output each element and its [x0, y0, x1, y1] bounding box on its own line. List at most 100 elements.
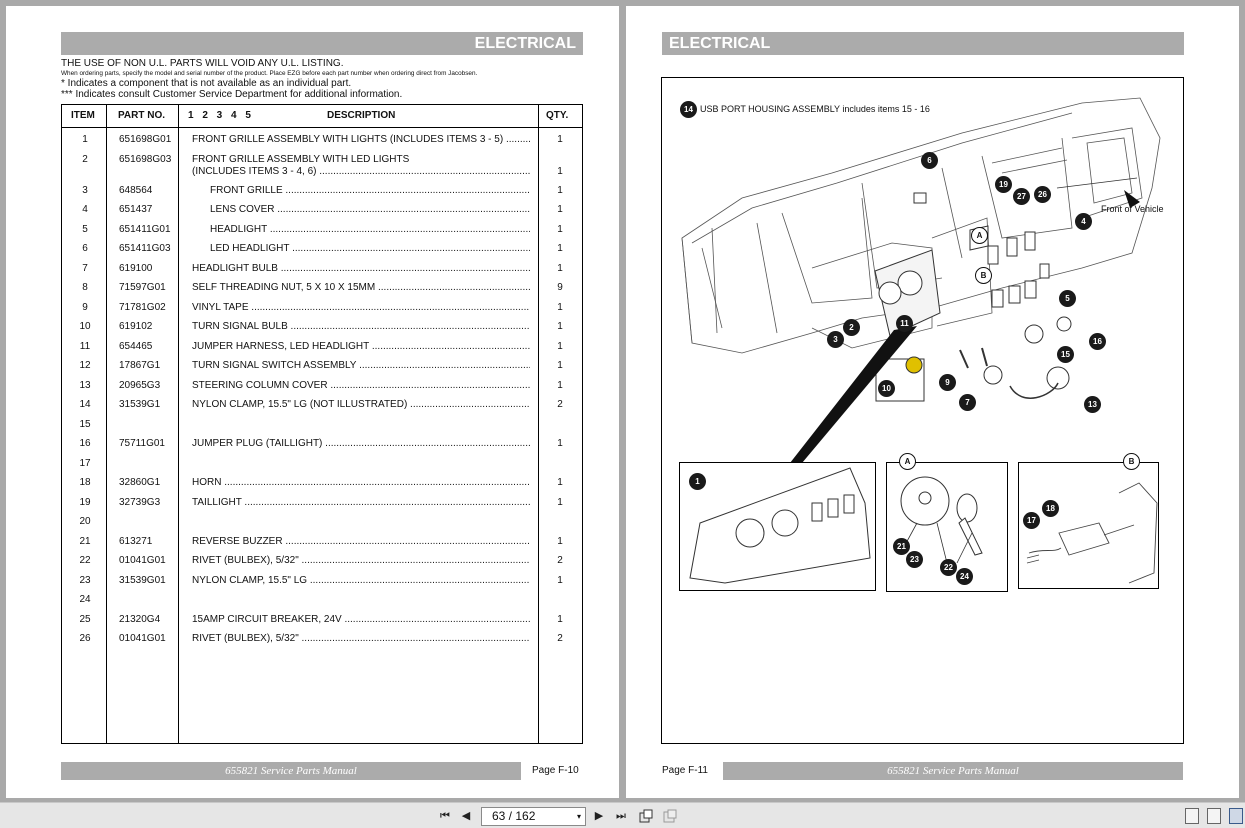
description-cell: HEADLIGHT BULB: [192, 262, 530, 276]
item-cell: 2: [82, 153, 88, 165]
callout-16: 16: [1089, 333, 1106, 350]
part-number-cell: 01041G01: [119, 555, 166, 566]
item-cell: 18: [79, 477, 91, 488]
item-cell: 17: [79, 457, 91, 469]
section-title: ELECTRICAL: [662, 32, 1184, 55]
table-row: 21 613271 REVERSE BUZZER 1: [62, 535, 582, 549]
part-number-cell: 654465: [119, 340, 153, 352]
part-number-cell: 619100: [119, 262, 153, 274]
callout-15: 15: [1057, 346, 1074, 363]
item-cell: 26: [79, 633, 91, 644]
quantity-cell: 1: [557, 321, 563, 332]
quantity-cell: 1: [557, 496, 563, 508]
item-cell: 4: [82, 204, 88, 215]
single-page-view-icon[interactable]: [1185, 808, 1199, 824]
quantity-cell: 2: [557, 633, 563, 644]
item-cell: 7: [82, 262, 88, 274]
description-cell: REVERSE BUZZER: [192, 535, 530, 549]
viewer-toolbar: ⏮ ◀ 63 / 162 ▾ ▶ ⏭: [0, 802, 1245, 828]
item-cell: 6: [82, 243, 88, 254]
callout-6: 6: [921, 152, 938, 169]
callout-7: 7: [959, 394, 976, 411]
part-number-cell: 17867G1: [119, 360, 161, 371]
description-cell: LENS COVER: [210, 203, 530, 217]
description-cell: LED HEADLIGHT: [210, 242, 530, 256]
description-cell: TURN SIGNAL BULB: [192, 320, 530, 334]
item-cell: 9: [82, 301, 88, 313]
description-cell: FRONT GRILLE: [210, 184, 530, 198]
callout-2: 2: [843, 319, 860, 336]
callout-a: A: [971, 227, 988, 244]
description-cell: STEERING COLUMN COVER: [192, 379, 530, 393]
description-cell: RIVET (BULBEX), 5/32": [192, 554, 530, 568]
first-page-button[interactable]: ⏮: [437, 808, 453, 824]
inset-detail-b: 18 17: [1018, 462, 1159, 589]
table-row: 11 654465 JUMPER HARNESS, LED HEADLIGHT 1: [62, 340, 582, 354]
quantity-cell: 2: [557, 399, 563, 410]
item-cell: 11: [79, 340, 91, 352]
part-number-cell: 32739G3: [119, 496, 161, 508]
part-number-cell: 651698G03: [119, 153, 172, 165]
item-cell: 21: [79, 535, 91, 547]
front-of-vehicle-label: Front of Vehicle: [1101, 204, 1164, 214]
part-number-cell: 21320G4: [119, 613, 161, 625]
quantity-cell: 1: [557, 438, 563, 449]
callout-17: 17: [1023, 512, 1040, 529]
inset-detail-a: 21 23 22 24: [886, 462, 1008, 592]
parts-table: ITEM PART NO. 1 2 3 4 5 DESCRIPTION QTY.…: [61, 104, 583, 744]
description-cell: FRONT GRILLE ASSEMBLY WITH LIGHTS (INCLU…: [192, 133, 530, 147]
part-number-cell: 71597G01: [119, 282, 166, 293]
table-row: 12 17867G1 TURN SIGNAL SWITCH ASSEMBLY 1: [62, 359, 582, 373]
description-cell: TURN SIGNAL SWITCH ASSEMBLY: [192, 359, 530, 373]
continuous-view-icon[interactable]: [1207, 808, 1221, 824]
item-cell: 1: [82, 134, 88, 145]
callout-title: 14: [680, 101, 697, 118]
table-row: 6 651411G03 LED HEADLIGHT 1: [62, 242, 582, 256]
part-number-cell: 651698G01: [119, 134, 172, 145]
item-cell: 12: [79, 360, 91, 371]
page-selector[interactable]: 63 / 162 ▾: [481, 807, 586, 826]
last-page-button[interactable]: ⏭: [613, 808, 629, 824]
quantity-cell: 2: [557, 555, 563, 566]
description-cell: NYLON CLAMP, 15.5" LG (NOT ILLUSTRATED): [192, 398, 530, 412]
manual-footer: 655821 Service Parts Manual: [61, 762, 521, 780]
quantity-cell: 1: [557, 477, 563, 488]
callout-23: 23: [906, 551, 923, 568]
table-row: 19 32739G3 TAILLIGHT 1: [62, 496, 582, 510]
fit-page-icon[interactable]: [662, 808, 678, 824]
callout-13: 13: [1084, 396, 1101, 413]
page-number: Page F-10: [532, 765, 579, 776]
part-number-cell: 01041G01: [119, 633, 166, 644]
asterisk-note: * Indicates a component that is not avai…: [61, 78, 352, 89]
table-row: 22 01041G01 RIVET (BULBEX), 5/32" 2: [62, 554, 582, 568]
two-page-view-icon[interactable]: [1229, 808, 1243, 824]
table-row: 26 01041G01 RIVET (BULBEX), 5/32" 2: [62, 632, 582, 646]
ordering-note: When ordering parts, specify the model a…: [61, 70, 478, 77]
callout-4: 4: [1075, 213, 1092, 230]
table-row: 8 71597G01 SELF THREADING NUT, 5 X 10 X 15…: [62, 281, 582, 295]
header-part-no: PART NO.: [118, 110, 166, 121]
quantity-cell: 1: [557, 165, 563, 177]
part-number-cell: 71781G02: [119, 301, 166, 313]
table-row: 15: [62, 418, 582, 432]
table-row: 16 75711G01 JUMPER PLUG (TAILLIGHT) 1: [62, 437, 582, 451]
manual-footer: 655821 Service Parts Manual: [723, 762, 1183, 780]
next-page-button[interactable]: ▶: [591, 808, 607, 824]
prev-page-button[interactable]: ◀: [458, 808, 474, 824]
section-title: ELECTRICAL: [61, 32, 583, 55]
item-cell: 23: [79, 574, 91, 586]
part-number-cell: 651411G03: [119, 243, 171, 254]
quantity-cell: 1: [557, 360, 563, 371]
parts-illustration: 14 USB PORT HOUSING ASSEMBLY includes it…: [661, 77, 1184, 744]
quantity-cell: 9: [557, 282, 563, 293]
item-cell: 10: [79, 321, 91, 332]
table-row: 13 20965G3 STEERING COLUMN COVER 1: [62, 379, 582, 393]
description-cell: VINYL TAPE: [192, 301, 530, 315]
callout-1: 1: [689, 473, 706, 490]
description-cell: SELF THREADING NUT, 5 X 10 X 15MM: [192, 281, 530, 295]
description-cell: JUMPER PLUG (TAILLIGHT): [192, 437, 530, 451]
description-cell: RIVET (BULBEX), 5/32": [192, 632, 530, 646]
rotate-icon[interactable]: [638, 808, 654, 824]
item-cell: 22: [79, 555, 91, 566]
description-cell: JUMPER HARNESS, LED HEADLIGHT: [192, 340, 530, 354]
